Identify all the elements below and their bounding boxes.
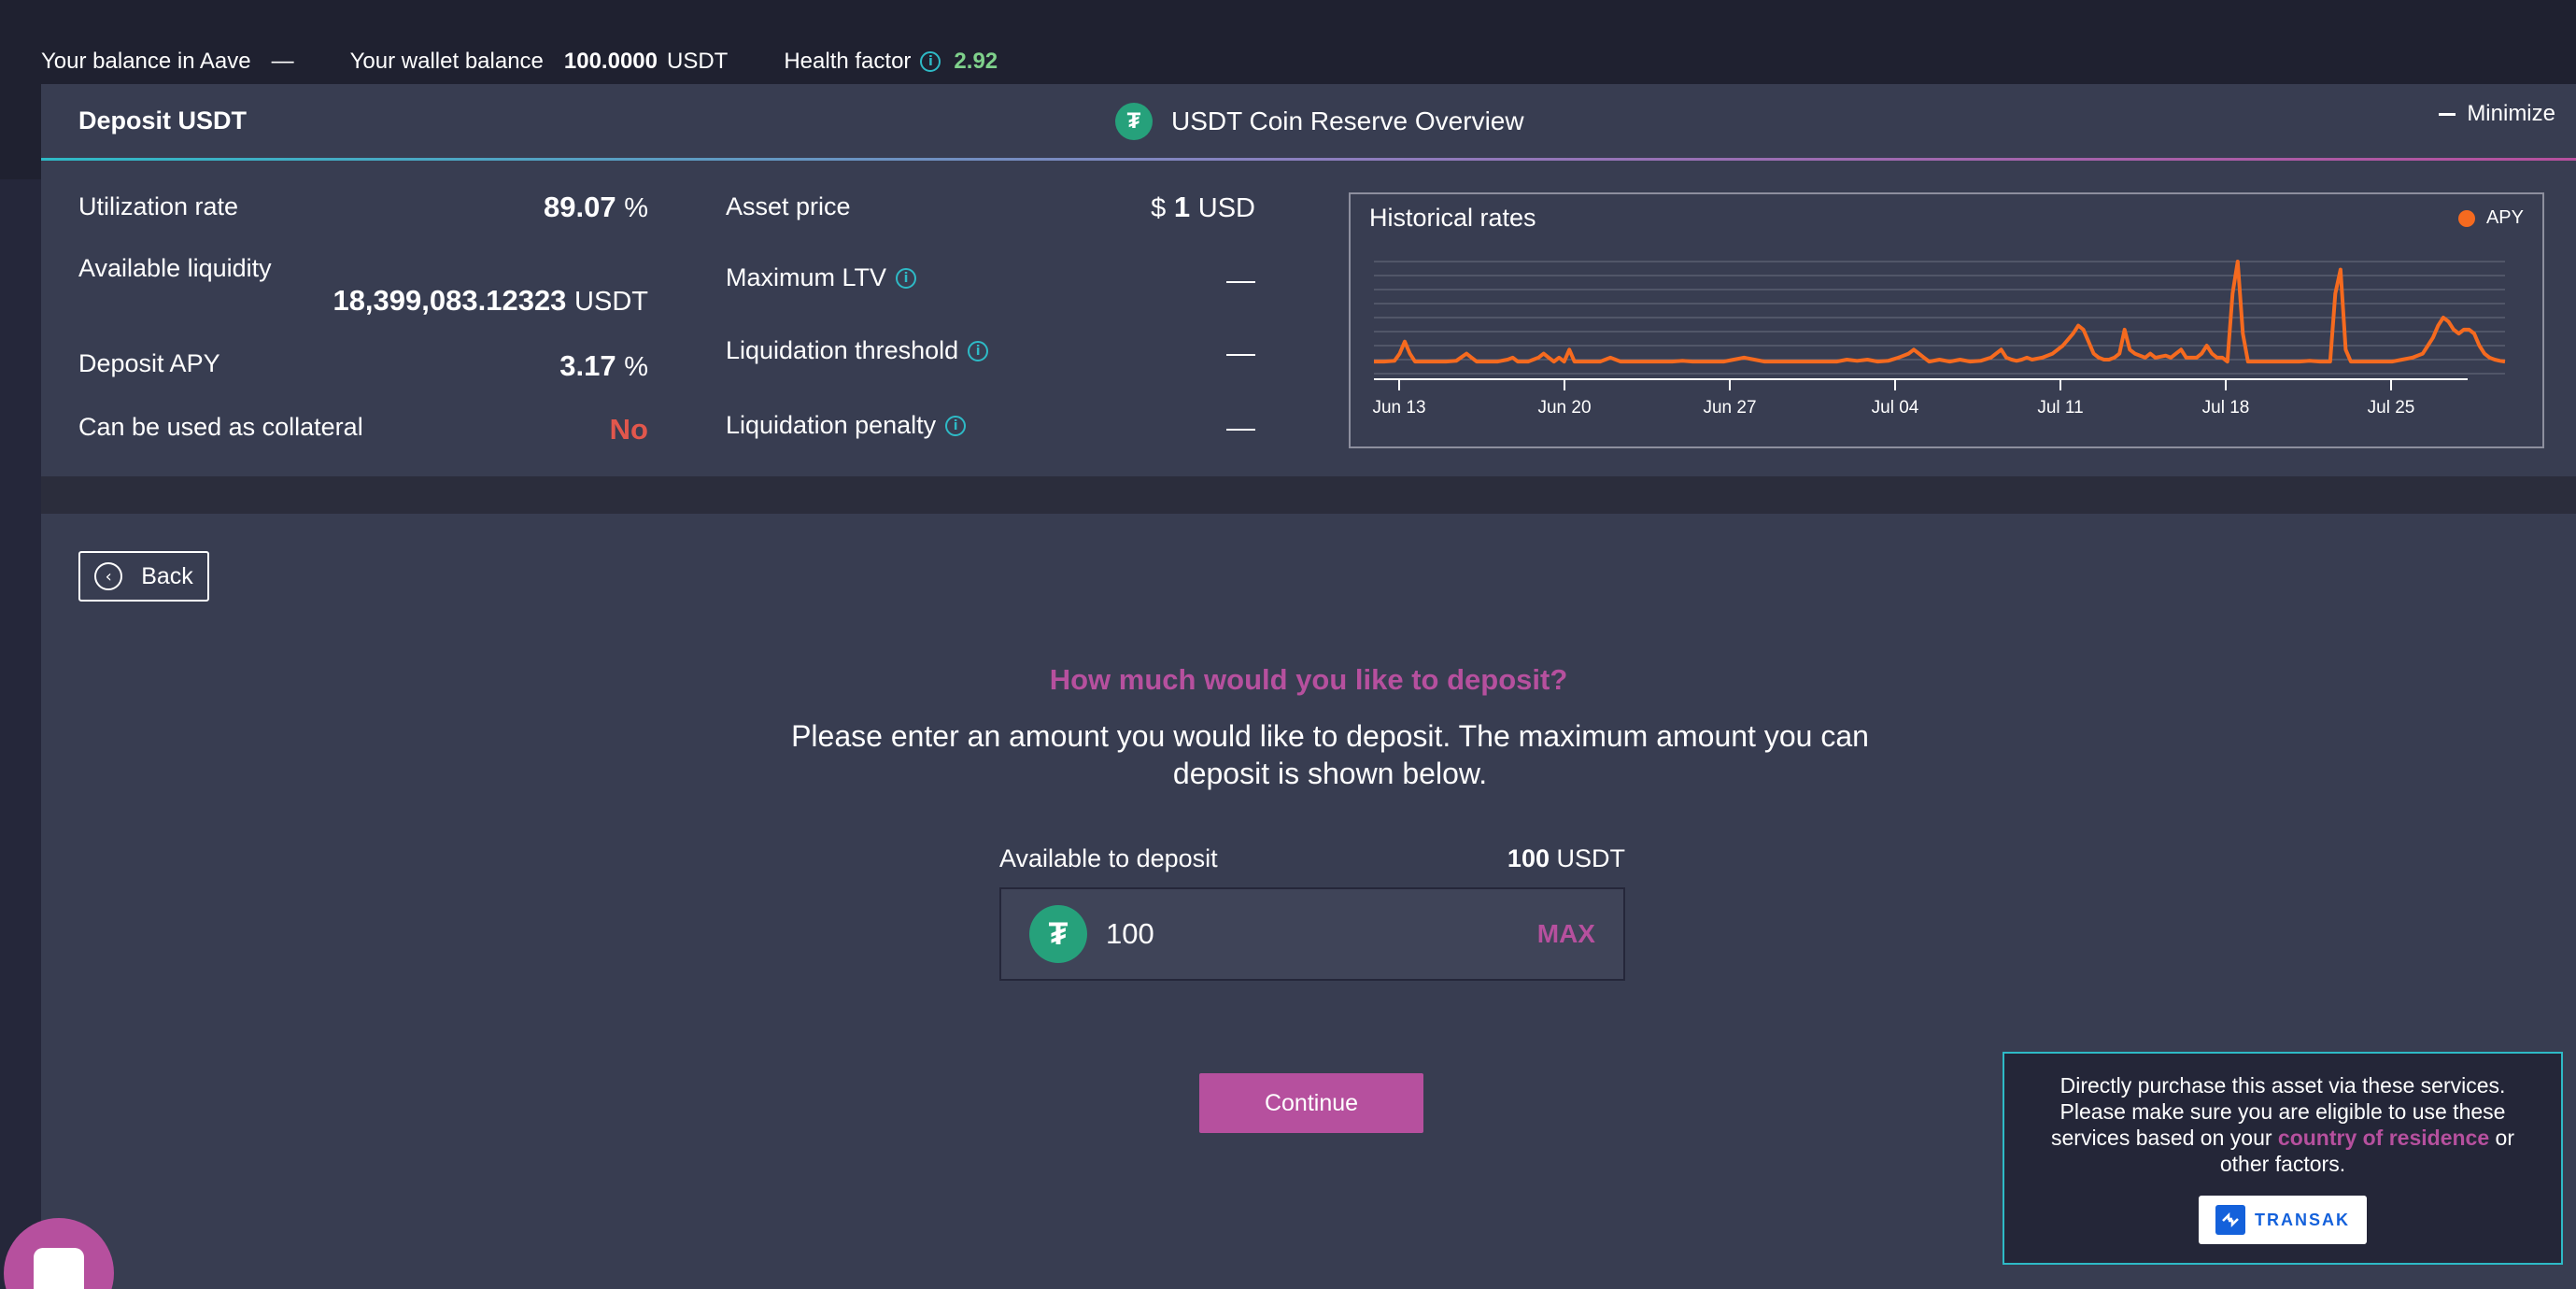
chart-x-tick-label: Jul 04 [1872, 398, 1919, 418]
purchase-services-text: Directly purchase this asset via these s… [2032, 1072, 2533, 1177]
deposit-question: How much would you like to deposit? [1049, 663, 1568, 696]
collateral-label: Can be used as collateral [78, 413, 363, 441]
reserve-overview-title-text: USDT Coin Reserve Overview [1171, 106, 1524, 135]
utilization-rate-number: 89.07 [544, 191, 616, 223]
deposit-apy-number: 3.17 [559, 349, 616, 382]
deposit-title: Deposit USDT [78, 106, 248, 135]
reserve-overview-title: ₮ USDT Coin Reserve Overview [1115, 103, 1524, 140]
balance-in-aave-value: — [271, 49, 294, 74]
reserve-overview-header: Deposit USDT ₮ USDT Coin Reserve Overvie… [41, 84, 2576, 161]
minimize-label: Minimize [2467, 101, 2555, 126]
deposit-apy-label: Deposit APY [78, 349, 220, 377]
available-liquidity-unit: USDT [574, 287, 648, 317]
available-to-deposit-label: Available to deposit [999, 844, 1218, 872]
amount-input[interactable] [1106, 917, 1537, 951]
info-icon[interactable]: i [945, 415, 967, 436]
info-icon[interactable]: i [968, 340, 989, 361]
available-to-deposit-unit: USDT [1556, 844, 1626, 872]
wallet-balance-label: Your wallet balance [349, 49, 544, 74]
chart-plot: Jun 13 Jun 20 Jun 27 Jul 04 Jul 11 Jul 18 Jul … [1372, 260, 2506, 418]
maximum-ltv-value: — [1226, 263, 1255, 296]
maximum-ltv: Maximum LTV i [726, 263, 917, 292]
health-factor: Health factor i 2.92 [784, 49, 998, 75]
asset-price-label: Asset price [726, 192, 851, 220]
wallet-balance-value: 100.0000 [563, 49, 658, 74]
apy-series-line [1374, 260, 2506, 364]
reserve-overview-panel: Deposit USDT ₮ USDT Coin Reserve Overvie… [41, 84, 2576, 476]
utilization-rate-value: 89.07 % [321, 191, 648, 224]
health-factor-value: 2.92 [954, 49, 998, 74]
back-label: Back [141, 562, 193, 589]
tether-icon: ₮ [1029, 905, 1087, 963]
chart-x-tick-label: Jul 18 [2202, 398, 2250, 418]
liquidation-threshold-value: — [1226, 336, 1255, 369]
asset-price-value: $ 1 USD [975, 191, 1255, 224]
amount-input-field[interactable]: ₮ MAX [999, 887, 1625, 981]
collateral-value: No [609, 413, 648, 446]
balance-in-aave: Your balance in Aave — [41, 49, 294, 75]
available-liquidity-number: 18,399,083.12323 [333, 284, 567, 317]
utilization-rate-label: Utilization rate [78, 192, 239, 220]
liquidation-threshold: Liquidation threshold i [726, 336, 989, 365]
minimize-icon [2439, 112, 2456, 116]
chat-icon [34, 1248, 84, 1289]
wallet-balance-unit: USDT [667, 49, 729, 74]
asset-price-unit: USD [1197, 193, 1255, 223]
liquidation-threshold-label: Liquidation threshold [726, 336, 959, 364]
transak-logo-icon [2215, 1205, 2245, 1235]
asset-price-prefix: $ [1151, 193, 1167, 223]
continue-button[interactable]: Continue [1199, 1073, 1423, 1133]
asset-price-number: 1 [1173, 191, 1191, 223]
available-to-deposit-value: 100 [1507, 844, 1550, 872]
liquidation-penalty-label: Liquidation penalty [726, 411, 937, 439]
transak-label: TRANSAK [2255, 1210, 2350, 1229]
wallet-balance: Your wallet balance 100.0000 USDT [350, 49, 729, 75]
available-liquidity-label: Available liquidity [78, 254, 272, 282]
max-button[interactable]: MAX [1537, 919, 1595, 949]
transak-button[interactable]: TRANSAK [2199, 1196, 2367, 1244]
liquidation-penalty: Liquidation penalty i [726, 411, 967, 440]
back-button[interactable]: ‹ Back [78, 551, 209, 602]
historical-rates-chart: Historical rates APY Jun 13 Jun 20 Jun 27 J… [1349, 192, 2544, 448]
deposit-apy-value: 3.17 % [321, 349, 648, 383]
info-icon[interactable]: i [896, 267, 917, 289]
health-factor-label: Health factor [784, 49, 912, 74]
chevron-left-icon: ‹ [94, 562, 123, 590]
maximum-ltv-label: Maximum LTV [726, 263, 887, 291]
available-to-deposit-amount: 100 USDT [1507, 844, 1625, 873]
chart-x-tick-label: Jun 20 [1537, 398, 1591, 418]
available-to-deposit: Available to deposit 100 USDT [999, 844, 1625, 873]
deposit-apy-unit: % [624, 352, 648, 382]
country-of-residence-link[interactable]: country of residence [2278, 1126, 2489, 1150]
info-icon[interactable]: i [920, 51, 941, 72]
utilization-rate-unit: % [624, 193, 648, 223]
chart-x-tick-label: Jun 13 [1372, 398, 1425, 418]
liquidation-penalty-value: — [1226, 411, 1255, 444]
left-background [0, 179, 41, 1289]
tether-icon: ₮ [1115, 103, 1153, 140]
chart-x-tick-label: Jul 11 [2037, 398, 2083, 418]
purchase-services-box: Directly purchase this asset via these s… [2003, 1052, 2563, 1265]
balance-in-aave-label: Your balance in Aave [41, 49, 251, 74]
available-liquidity-value: 18,399,083.12323 USDT [228, 284, 648, 318]
deposit-description: Please enter an amount you would like to… [791, 719, 1869, 790]
minimize-button[interactable]: Minimize [2439, 101, 2555, 127]
chart-x-tick-label: Jun 27 [1703, 398, 1756, 418]
account-summary-bar: Your balance in Aave — Your wallet balan… [41, 45, 1054, 78]
chart-x-tick-label: Jul 25 [2368, 398, 2415, 418]
